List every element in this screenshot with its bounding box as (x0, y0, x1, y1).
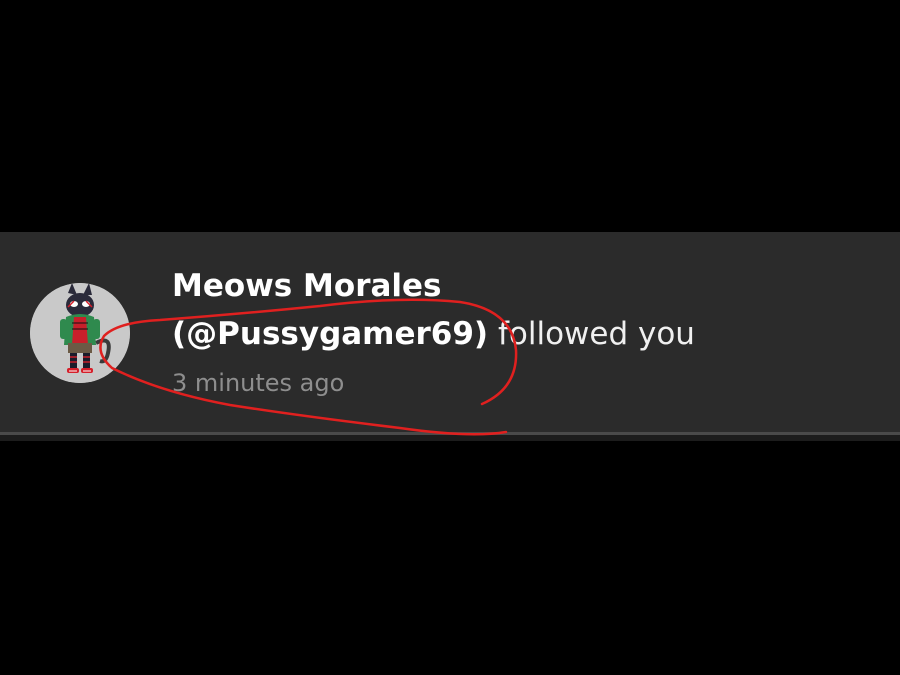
notification-bottom-edge (0, 435, 900, 441)
user-handle[interactable]: (@Pussygamer69) (172, 316, 488, 352)
avatar[interactable] (30, 283, 130, 383)
notification-text: Meows Morales (@Pussygamer69) followed y… (172, 262, 872, 403)
notification-message: (@Pussygamer69) followed you (172, 310, 872, 363)
display-name[interactable]: Meows Morales (172, 262, 872, 310)
timestamp: 3 minutes ago (172, 369, 345, 397)
action-text: followed you (488, 316, 695, 352)
page: Meows Morales (@Pussygamer69) followed y… (0, 0, 900, 675)
cat-character-avatar-icon (30, 283, 130, 383)
